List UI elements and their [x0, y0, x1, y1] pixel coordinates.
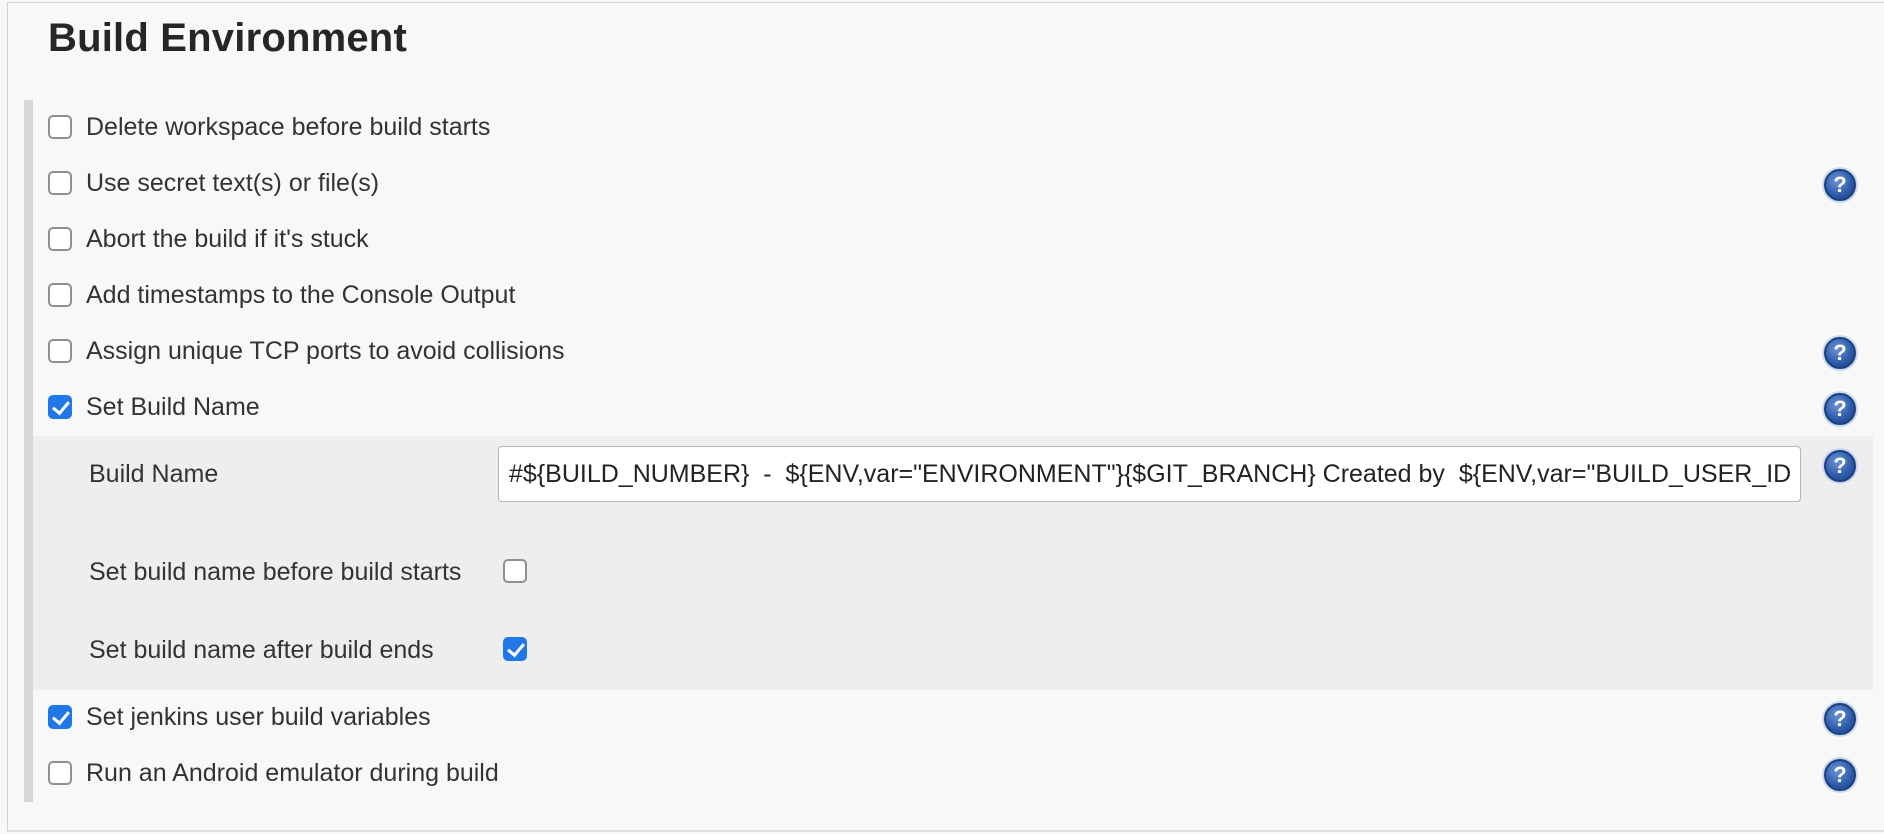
- tcp-ports-checkbox[interactable]: [48, 339, 72, 363]
- abort-stuck-label: Abort the build if it's stuck: [86, 224, 369, 253]
- option-tcp-ports[interactable]: Assign unique TCP ports to avoid collisi…: [48, 331, 565, 371]
- section-title: Build Environment: [48, 16, 407, 60]
- delete-workspace-checkbox[interactable]: [48, 115, 72, 139]
- option-delete-workspace[interactable]: Delete workspace before build starts: [48, 107, 490, 147]
- abort-stuck-checkbox[interactable]: [48, 227, 72, 251]
- secret-text-help-icon[interactable]: ?: [1824, 169, 1856, 201]
- timestamps-label: Add timestamps to the Console Output: [86, 280, 516, 309]
- jenkins-user-vars-help-icon[interactable]: ?: [1824, 703, 1856, 735]
- jenkins-user-vars-checkbox[interactable]: [48, 705, 72, 729]
- tcp-ports-label: Assign unique TCP ports to avoid collisi…: [86, 336, 565, 365]
- option-set-build-name[interactable]: Set Build Name: [48, 387, 260, 427]
- tcp-ports-help-icon[interactable]: ?: [1824, 337, 1856, 369]
- option-timestamps[interactable]: Add timestamps to the Console Output: [48, 275, 515, 315]
- secret-text-checkbox[interactable]: [48, 171, 72, 195]
- section-indent-bar: [24, 100, 33, 802]
- secret-text-label: Use secret text(s) or file(s): [86, 168, 380, 197]
- before-build-label: Set build name before build starts: [89, 558, 462, 586]
- build-name-label: Build Name: [89, 460, 219, 488]
- before-build-checkbox[interactable]: [503, 559, 527, 583]
- delete-workspace-label: Delete workspace before build starts: [86, 112, 491, 141]
- after-build-label: Set build name after build ends: [89, 636, 434, 664]
- section-divider: [7, 830, 1884, 832]
- option-android-emulator[interactable]: Run an Android emulator during build: [48, 753, 499, 793]
- jenkins-user-vars-label: Set jenkins user build variables: [86, 702, 431, 731]
- option-abort-stuck[interactable]: Abort the build if it's stuck: [48, 219, 369, 259]
- option-jenkins-user-vars[interactable]: Set jenkins user build variables: [48, 697, 431, 737]
- build-name-help-icon[interactable]: ?: [1824, 450, 1856, 482]
- set-build-name-label: Set Build Name: [86, 392, 260, 421]
- android-emulator-label: Run an Android emulator during build: [86, 758, 499, 787]
- set-build-name-checkbox[interactable]: [48, 395, 72, 419]
- timestamps-checkbox[interactable]: [48, 283, 72, 307]
- android-emulator-checkbox[interactable]: [48, 761, 72, 785]
- set-build-name-help-icon[interactable]: ?: [1824, 393, 1856, 425]
- after-build-checkbox[interactable]: [503, 637, 527, 661]
- android-emulator-help-icon[interactable]: ?: [1824, 759, 1856, 791]
- build-name-input[interactable]: [498, 446, 1801, 502]
- option-secret-text[interactable]: Use secret text(s) or file(s): [48, 163, 379, 203]
